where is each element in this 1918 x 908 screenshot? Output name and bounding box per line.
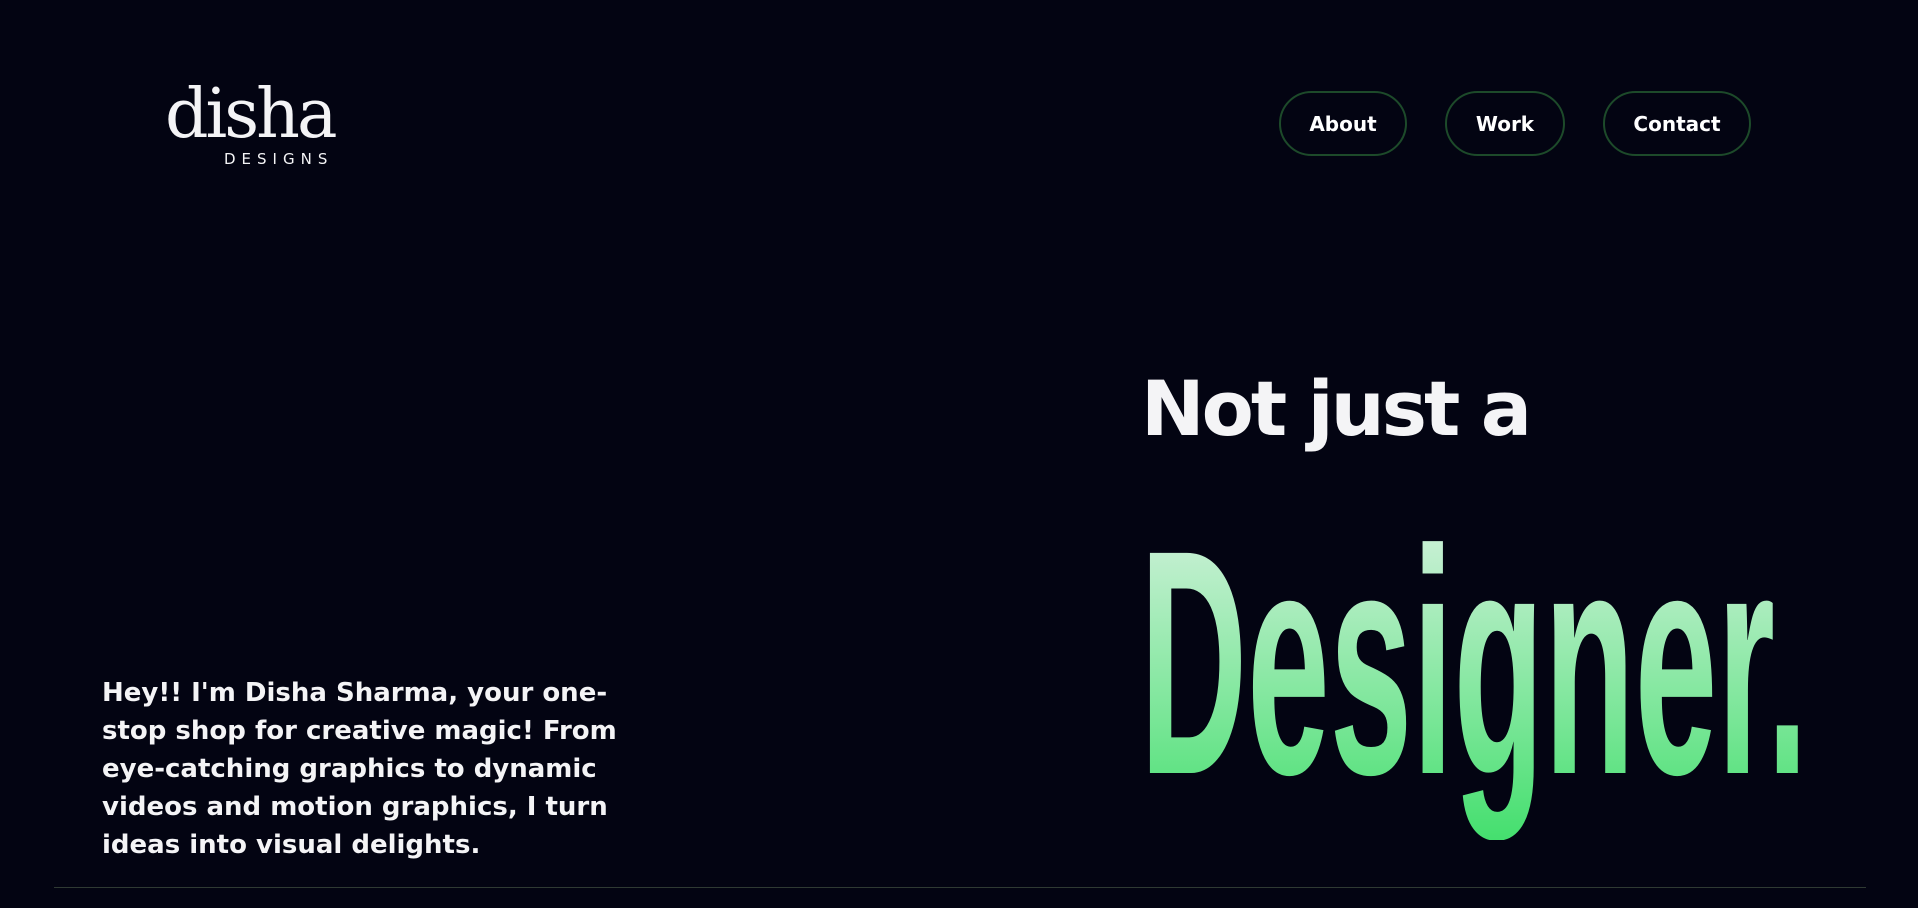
- nav-work-button[interactable]: Work: [1445, 91, 1565, 156]
- logo-script-text: disha: [165, 75, 338, 154]
- hero-lead-text: Not just a: [1141, 364, 1532, 453]
- nav-contact-button[interactable]: Contact: [1603, 91, 1751, 156]
- brand-logo[interactable]: disha DESIGNS: [165, 74, 377, 174]
- hero-designer-text: Designer.: [1140, 483, 1808, 840]
- hero-designer-heading: Designer.: [1140, 483, 1808, 840]
- intro-paragraph: Hey!! I'm Disha Sharma, your one-stop sh…: [102, 678, 617, 860]
- main-nav: About Work Contact: [1279, 91, 1751, 156]
- logo-subtitle: DESIGNS: [224, 150, 334, 168]
- nav-about-button[interactable]: About: [1279, 91, 1407, 156]
- section-divider: [54, 887, 1866, 888]
